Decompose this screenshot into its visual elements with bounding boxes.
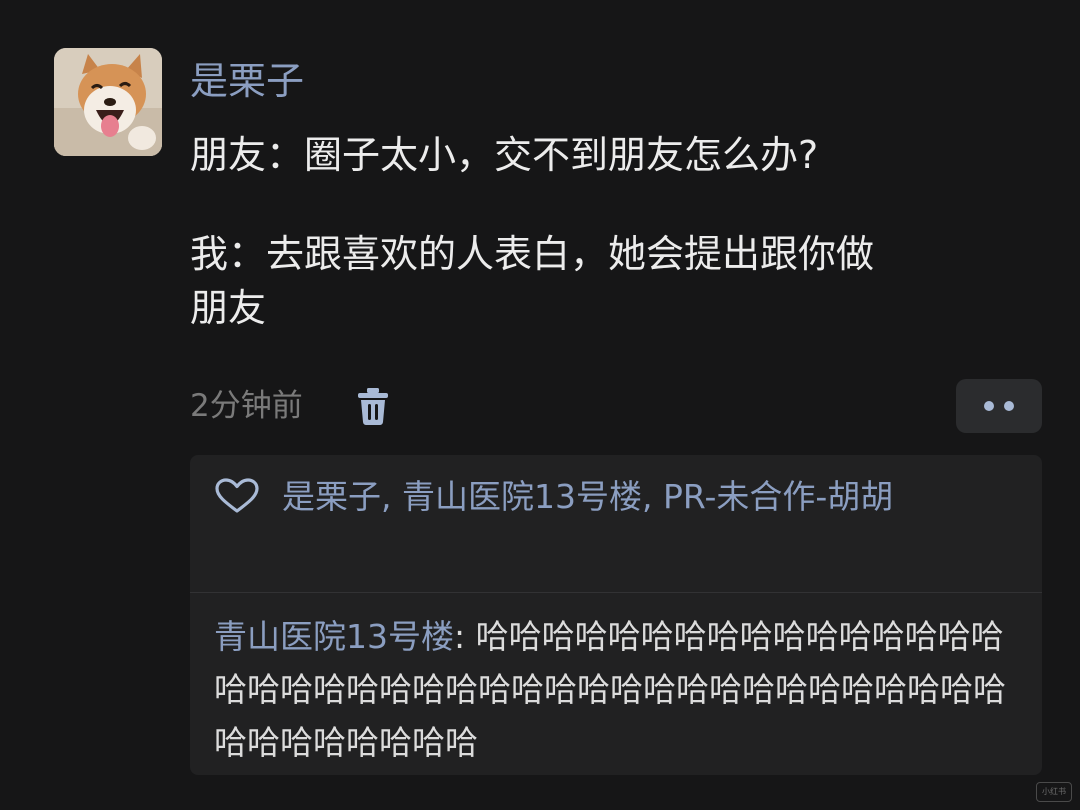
- trash-icon: [358, 388, 388, 425]
- more-dots-icon: [984, 401, 1014, 411]
- post-paragraph-gap: [190, 182, 1040, 227]
- likes-names[interactable]: 是栗子, 青山医院13号楼, PR-未合作-胡胡: [282, 477, 893, 516]
- interaction-panel: 是栗子, 青山医院13号楼, PR-未合作-胡胡 青山医院13号楼: 哈哈哈哈哈…: [190, 455, 1042, 775]
- post-text: 朋友：圈子太小，交不到朋友怎么办? 我：去跟喜欢的人表白，她会提出跟你做 朋友: [190, 128, 1040, 335]
- post-line: 我：去跟喜欢的人表白，她会提出跟你做: [190, 232, 875, 276]
- more-actions-button[interactable]: [956, 379, 1042, 433]
- comment-separator: :: [454, 617, 476, 656]
- shiba-dog-avatar-icon: [54, 48, 162, 156]
- post-line: 朋友: [190, 286, 267, 330]
- watermark-logo: 小红书: [1036, 782, 1072, 802]
- divider: [190, 592, 1042, 593]
- author-name[interactable]: 是栗子: [190, 52, 304, 110]
- avatar[interactable]: [54, 48, 162, 156]
- comment-item[interactable]: 青山医院13号楼: 哈哈哈哈哈哈哈哈哈哈哈哈哈哈哈哈哈哈哈哈哈哈哈哈哈哈哈哈哈哈…: [214, 610, 1034, 769]
- post-line: 朋友：圈子太小，交不到朋友怎么办?: [190, 133, 819, 177]
- delete-button[interactable]: [355, 386, 391, 426]
- likes-row: 是栗子, 青山医院13号楼, PR-未合作-胡胡: [214, 469, 994, 525]
- post-timestamp: 2分钟前: [190, 388, 303, 424]
- heart-icon: [214, 475, 260, 513]
- comment-author[interactable]: 青山医院13号楼: [214, 617, 454, 656]
